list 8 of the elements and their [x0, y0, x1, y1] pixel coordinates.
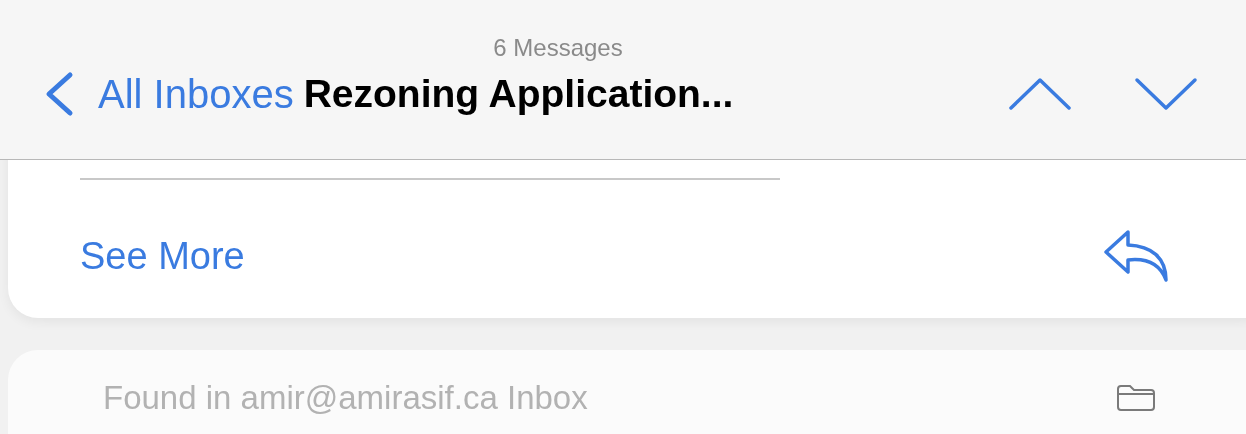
found-in-text: Found in amir@amirasif.ca Inbox [103, 378, 588, 418]
next-message-icon[interactable] [1134, 76, 1198, 112]
message-count: 6 Messages [492, 34, 624, 62]
see-more-link[interactable]: See More [80, 234, 245, 278]
previous-message-icon[interactable] [1008, 76, 1072, 112]
back-button[interactable]: All Inboxes [42, 71, 294, 117]
thread-title: Rezoning Application... [303, 72, 734, 116]
folder-icon[interactable] [1116, 384, 1156, 412]
